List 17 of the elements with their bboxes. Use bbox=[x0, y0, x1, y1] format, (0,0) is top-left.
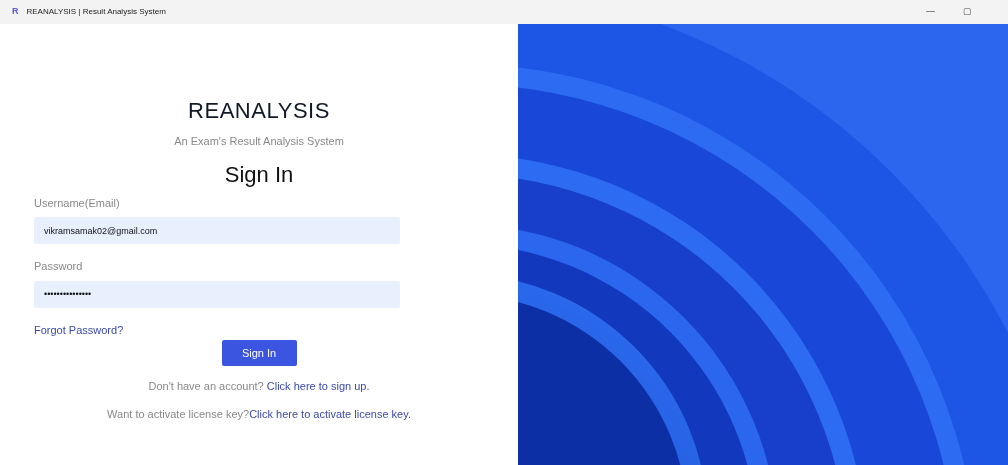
password-field[interactable]: ••••••••••••••• bbox=[34, 280, 400, 308]
activate-license-link[interactable]: Click here to activate license key. bbox=[249, 407, 411, 420]
forgot-password-link[interactable]: Forgot Password? bbox=[34, 321, 124, 338]
email-field[interactable]: vikramsamak02@gmail.com bbox=[34, 217, 400, 244]
minimize-button[interactable]: — bbox=[922, 5, 939, 19]
window-title: REANALYSIS | Result Analysis System bbox=[26, 6, 166, 18]
sign-in-button[interactable]: Sign In bbox=[221, 340, 297, 366]
field-label: Password bbox=[34, 259, 84, 274]
sign-in-heading: Sign In bbox=[224, 160, 294, 189]
app-name: REANALYSIS bbox=[187, 97, 330, 125]
restore-button[interactable]: ▢ bbox=[959, 5, 976, 19]
sign-up-link[interactable]: Click here to sign up. bbox=[266, 380, 370, 392]
tagline: An Exam's Result Analysis System bbox=[174, 134, 344, 149]
prompt-text: Don't have an account? bbox=[148, 380, 265, 392]
app-icon: R bbox=[12, 5, 19, 19]
field-label: Username(Email) bbox=[34, 195, 121, 211]
prompt-text: Want to activate license key? bbox=[107, 407, 250, 420]
